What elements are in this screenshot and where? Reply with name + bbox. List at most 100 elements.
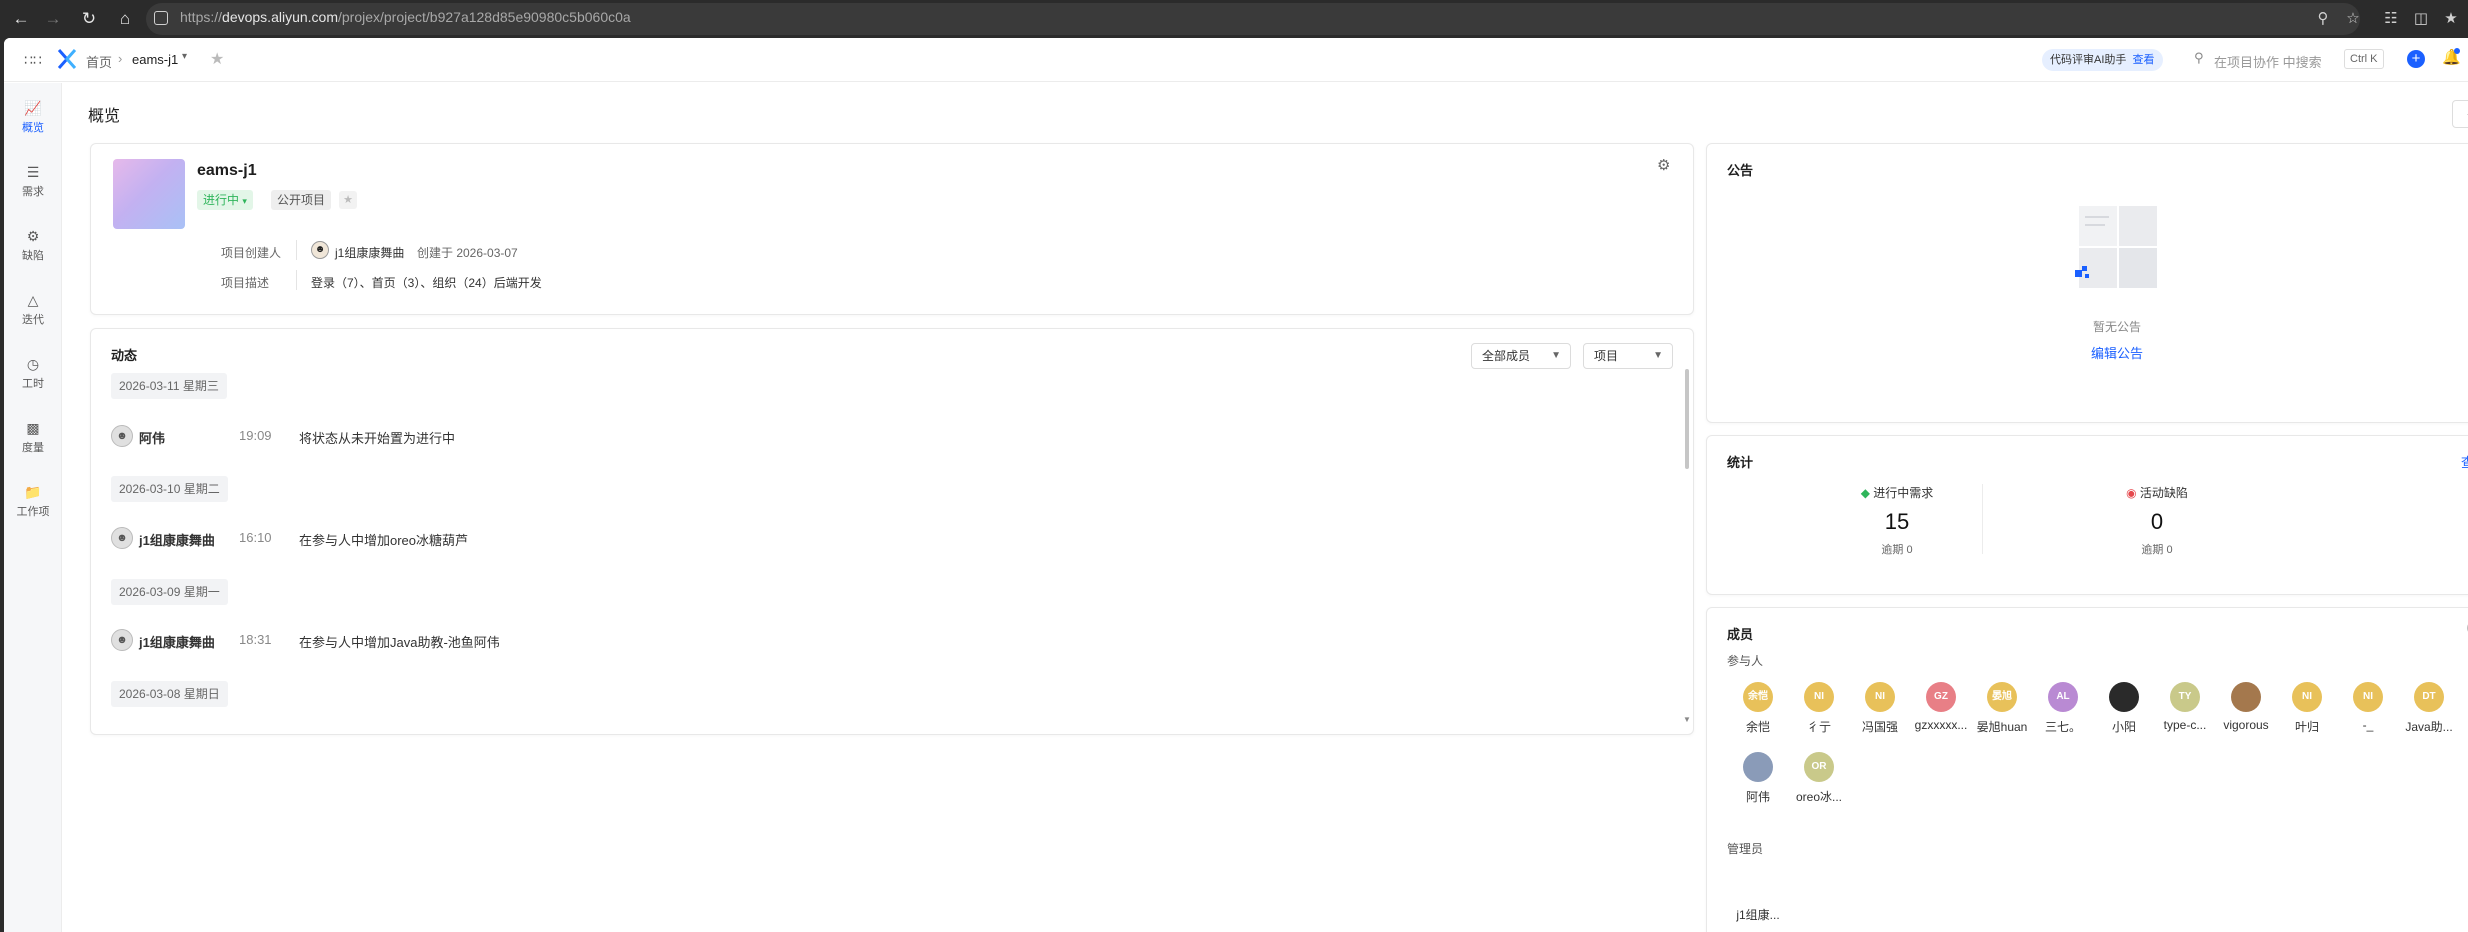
member-avatar: NI <box>1865 682 1895 712</box>
project-switch-chevron-icon[interactable]: ▾ <box>182 51 187 62</box>
activity-text: 在参与人中增加Java助教-池鱼阿伟 <box>299 635 500 650</box>
create-plus-icon[interactable]: + <box>2407 50 2425 68</box>
activity-user[interactable]: 阿伟 <box>139 428 165 447</box>
top-right-action-button[interactable]: 导 <box>2452 100 2468 128</box>
member-name: 小阳 <box>2111 720 2136 734</box>
stats-card: 统计 查 ◆ 进行中需求 15 逾期 0 ◉ 活动缺陷 0 逾期 0 <box>1706 435 2468 595</box>
member-avatar <box>1743 870 1773 900</box>
sidebar-item-overview[interactable]: 📈 概览 <box>4 93 62 153</box>
project-star-icon[interactable]: ★ <box>339 191 357 209</box>
chart-line-icon: 📈 <box>24 100 42 116</box>
member-filter-select[interactable]: 全部成员 ▼ <box>1471 343 1571 369</box>
reload-icon[interactable]: ↻ <box>76 6 102 32</box>
page-title: 概览 <box>88 108 121 125</box>
visibility-badge: 公开项目 <box>271 190 332 210</box>
member-avatar: NI <box>2353 682 2383 712</box>
scroll-down-arrow-icon[interactable]: ▼ <box>1683 715 1691 724</box>
notification-dot <box>2454 48 2460 54</box>
global-search-input[interactable]: 在项目协作 中搜索 <box>2214 52 2322 71</box>
url-host: devops.aliyun.com <box>222 9 338 25</box>
ai-review-badge[interactable]: 代码评审AI助手 查看 <box>2042 49 2163 71</box>
members-title: 成员 <box>1727 627 1754 642</box>
sidebar-item-label: 缺陷 <box>22 250 44 262</box>
home-icon[interactable]: ⌂ <box>112 6 138 32</box>
sidebar-item-workitems[interactable]: 📁 工作项 <box>4 477 62 537</box>
member-name: oreo冰... <box>1795 790 1843 804</box>
bug-icon: ⚙ <box>26 228 40 244</box>
activity-user[interactable]: j1组康康舞曲 <box>139 530 215 549</box>
back-arrow-icon[interactable]: ← <box>8 6 34 32</box>
activity-scrollbar[interactable] <box>1685 369 1689 469</box>
sidebar-item-label: 度量 <box>22 442 44 454</box>
activity-title: 动态 <box>111 348 138 363</box>
empty-text: 暂无公告 <box>2092 320 2141 334</box>
member-name: 叶归 <box>2294 720 2319 734</box>
edit-announcement-link[interactable]: 编辑公告 <box>2071 343 2163 362</box>
stat-value: 15 <box>1884 509 1910 534</box>
member-filter-value: 全部成员 <box>1482 349 1531 363</box>
stats-divider <box>1982 484 1983 554</box>
bar-chart-icon: ▩ <box>26 420 40 436</box>
project-info-card: eams-j1 进行中 ▾ 公开项目 ★ 项目创建人 ☻ j1组康康舞曲 创建于… <box>90 143 1694 315</box>
sidebar-item-timesheet[interactable]: ◷ 工时 <box>4 349 62 409</box>
sidebar-item-requirements[interactable]: ☰ 需求 <box>4 157 62 217</box>
stat-requirements[interactable]: ◆ 进行中需求 15 逾期 0 <box>1817 484 1977 557</box>
scope-filter-value: 项目 <box>1594 349 1619 363</box>
bookmark-star-icon[interactable]: ☆ <box>2340 6 2366 32</box>
scope-filter-select[interactable]: 项目 ▼ <box>1583 343 1673 369</box>
member-name: 余恺 <box>1745 720 1770 734</box>
folder-icon: 📁 <box>24 484 42 500</box>
zoom-icon[interactable]: ⚲ <box>2310 6 2336 32</box>
clock-icon: ◷ <box>26 356 40 372</box>
member-avatar <box>2109 682 2139 712</box>
stat-overdue: 逾期 0 <box>1881 544 1913 556</box>
member-name: j1组康... <box>1736 908 1780 922</box>
sidebar-item-label: 工作项 <box>16 506 50 518</box>
activity-user[interactable]: j1组康康舞曲 <box>139 632 215 651</box>
activity-date: 2026-03-08 星期日 <box>111 681 228 707</box>
ai-review-text: 代码评审AI助手 <box>2050 54 2127 66</box>
member-name: 三七。 <box>2044 720 2081 734</box>
extensions-icon[interactable]: ☷ <box>2378 6 2404 32</box>
sidebar-item-metrics[interactable]: ▩ 度量 <box>4 413 62 473</box>
left-sidebar: 📈 概览 ☰ 需求 ⚙ 缺陷 △ 迭代 ◷ 工时 ▩ 度量 📁 工作项 <box>4 83 62 932</box>
app-grid-icon[interactable]: ∷∷ <box>24 52 42 68</box>
url-scheme: https:// <box>180 9 223 25</box>
settings-gear-icon[interactable]: ⚙ <box>1657 156 1670 174</box>
activity-card: 动态 全部成员 ▼ 项目 ▼ 2026-03-11 星期三 ☻ 阿伟 19:09 将… <box>90 328 1694 735</box>
yunxiao-logo-icon[interactable] <box>56 47 78 71</box>
member-name: gzxxxxx... <box>1914 718 1968 732</box>
description-label: 项目描述 <box>221 276 270 290</box>
member-avatar: 余恺 <box>1743 682 1773 712</box>
breadcrumb-project[interactable]: eams-j1 <box>132 52 178 67</box>
browser-toolbar: ← → ↻ ⌂ https://devops.aliyun.com/projex… <box>0 0 2468 38</box>
ai-review-link[interactable]: 查看 <box>2133 54 2155 66</box>
stats-more-link[interactable]: 查 <box>2461 452 2468 471</box>
favorites-icon[interactable]: ★ <box>2438 6 2464 32</box>
activity-date: 2026-03-11 星期三 <box>111 373 227 399</box>
project-status-dropdown[interactable]: 进行中 ▾ <box>197 190 253 210</box>
layers-icon: ☰ <box>26 164 40 180</box>
created-date: 创建于 2026-03-07 <box>417 246 518 260</box>
sidebar-item-bugs[interactable]: ⚙ 缺陷 <box>4 221 62 281</box>
status-label: 进行中 <box>203 193 240 207</box>
project-cover-image <box>113 159 185 229</box>
breadcrumb-separator-icon: › <box>118 51 123 66</box>
stat-label: 进行中需求 <box>1873 486 1934 500</box>
search-icon[interactable]: ⚲ <box>2194 50 2204 66</box>
forward-arrow-icon[interactable]: → <box>40 6 66 32</box>
divider <box>296 240 297 260</box>
sidebar-item-label: 概览 <box>22 122 44 134</box>
divider <box>296 270 297 290</box>
creator-name[interactable]: j1组康康舞曲 <box>335 244 404 261</box>
stat-bugs[interactable]: ◉ 活动缺陷 0 逾期 0 <box>2077 484 2237 557</box>
sidebar-item-iterations[interactable]: △ 迭代 <box>4 285 62 345</box>
split-view-icon[interactable]: ◫ <box>2408 6 2434 32</box>
favorite-star-icon[interactable]: ★ <box>210 49 224 69</box>
member-name: 阿伟 <box>1745 790 1770 804</box>
app-topbar: ∷∷ 首页 › eams-j1 ▾ ★ 代码评审AI助手 查看 ⚲ 在项目协作 … <box>4 38 2468 82</box>
breadcrumb-home[interactable]: 首页 <box>86 52 112 71</box>
chevron-down-icon: ▾ <box>242 196 247 206</box>
sidebar-item-label: 需求 <box>22 186 44 198</box>
site-info-icon[interactable] <box>154 11 168 25</box>
